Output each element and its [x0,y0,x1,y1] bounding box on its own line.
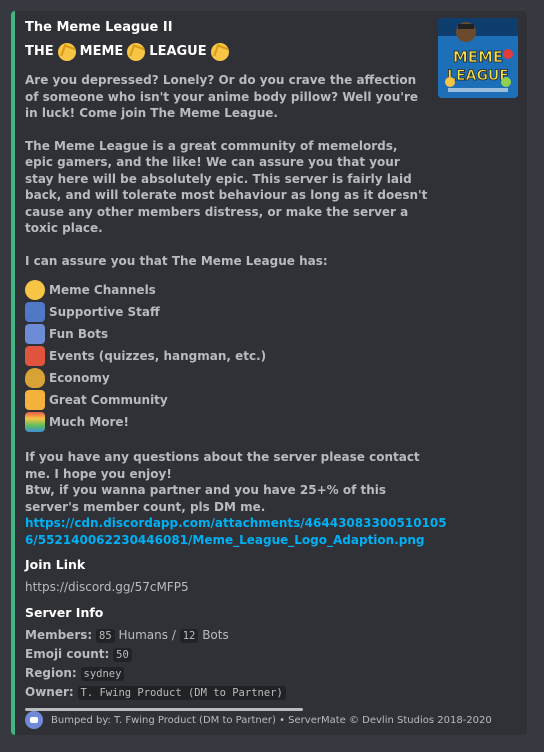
money-bag-emoji-icon [25,368,45,388]
list-item: Supportive Staff [25,301,429,323]
embed-description: Are you depressed? Lonely? Or do you cra… [25,72,447,548]
server-thumbnail[interactable]: MEME LEAGUE [438,18,518,98]
embed-author: The Meme League II [25,20,173,35]
description-paragraph: I can assure you that The Meme League ha… [25,253,328,268]
laughing-emoji-icon [25,280,45,300]
embed-accent-bar [11,11,15,735]
clapping-hands-icon [127,43,146,61]
footer-text: Bumped by: T. Fwing Product (DM to Partn… [51,714,492,726]
embed-content: The Meme League II THE MEME LEAGUE Are y… [25,19,447,711]
humans-suffix: Humans / [118,628,176,642]
embed-title: THE MEME LEAGUE [25,42,429,62]
list-item: Economy [25,367,429,389]
logo-text-league: LEAGUE [447,68,509,84]
description-paragraph: The Meme League is a great community of … [25,138,428,236]
feature-label: Much More! [49,414,130,429]
region-row: Region: sydney [25,664,429,683]
humans-count: 85 [96,629,115,643]
region-value: sydney [80,667,125,681]
feature-label: Events (quizzes, hangman, etc.) [49,348,267,363]
feature-label: Great Community [49,392,168,407]
party-popper-emoji-icon [25,346,45,366]
meme-league-logo-icon: MEME LEAGUE [438,18,518,98]
list-item: Much More! [25,411,429,433]
logo-text-meme: MEME [453,48,503,66]
region-label: Region: [25,666,77,680]
list-item: Meme Channels [25,279,429,301]
robot-emoji-icon [25,324,45,344]
owner-row: Owner: T. Fwing Product (DM to Partner) [25,683,429,702]
list-item: Fun Bots [25,323,429,345]
partner-text: Btw, if you wanna partner and you have 2… [25,483,387,514]
police-officer-emoji-icon [25,302,45,322]
title-word-meme: MEME [79,44,124,59]
join-link-label: Join Link [25,557,86,572]
bots-count: 12 [179,629,199,643]
clapping-hands-icon [57,43,76,61]
emoji-label: Emoji count: [25,647,110,661]
server-info: Members: 85 Humans / 12 Bots Emoji count… [25,626,429,702]
embed-footer: Bumped by: T. Fwing Product (DM to Partn… [25,711,492,729]
list-item: Great Community [25,389,429,411]
feature-label: Meme Channels [49,282,156,297]
bots-suffix: Bots [202,628,229,642]
list-item: Events (quizzes, hangman, etc.) [25,345,429,367]
feature-list: Meme Channels Supportive Staff Fun Bots … [25,279,429,433]
contact-text: If you have any questions about the serv… [25,450,420,481]
server-info-label: Server Info [25,605,104,620]
image-link[interactable]: https://cdn.discordapp.com/attachments/4… [25,515,447,548]
members-label: Members: [25,628,93,642]
feature-label: Supportive Staff [49,304,160,319]
title-word-league: LEAGUE [149,44,207,59]
owner-value: T. Fwing Product (DM to Partner) [77,686,286,700]
title-word-the: THE [25,44,54,59]
members-row: Members: 85 Humans / 12 Bots [25,626,429,645]
description-paragraph: Are you depressed? Lonely? Or do you cra… [25,73,419,120]
feature-label: Economy [49,370,110,385]
servermate-bot-icon [25,711,43,729]
clapping-hands-icon [210,43,229,61]
rainbow-emoji-icon [25,412,45,432]
emoji-count: 50 [113,648,132,662]
owner-label: Owner: [25,685,74,699]
server-embed: The Meme League II THE MEME LEAGUE Are y… [11,11,527,735]
feature-label: Fun Bots [49,326,109,341]
family-emoji-icon [25,390,45,410]
join-link[interactable]: https://discord.gg/57cMFP5 [25,578,429,596]
emoji-row: Emoji count: 50 [25,645,429,664]
